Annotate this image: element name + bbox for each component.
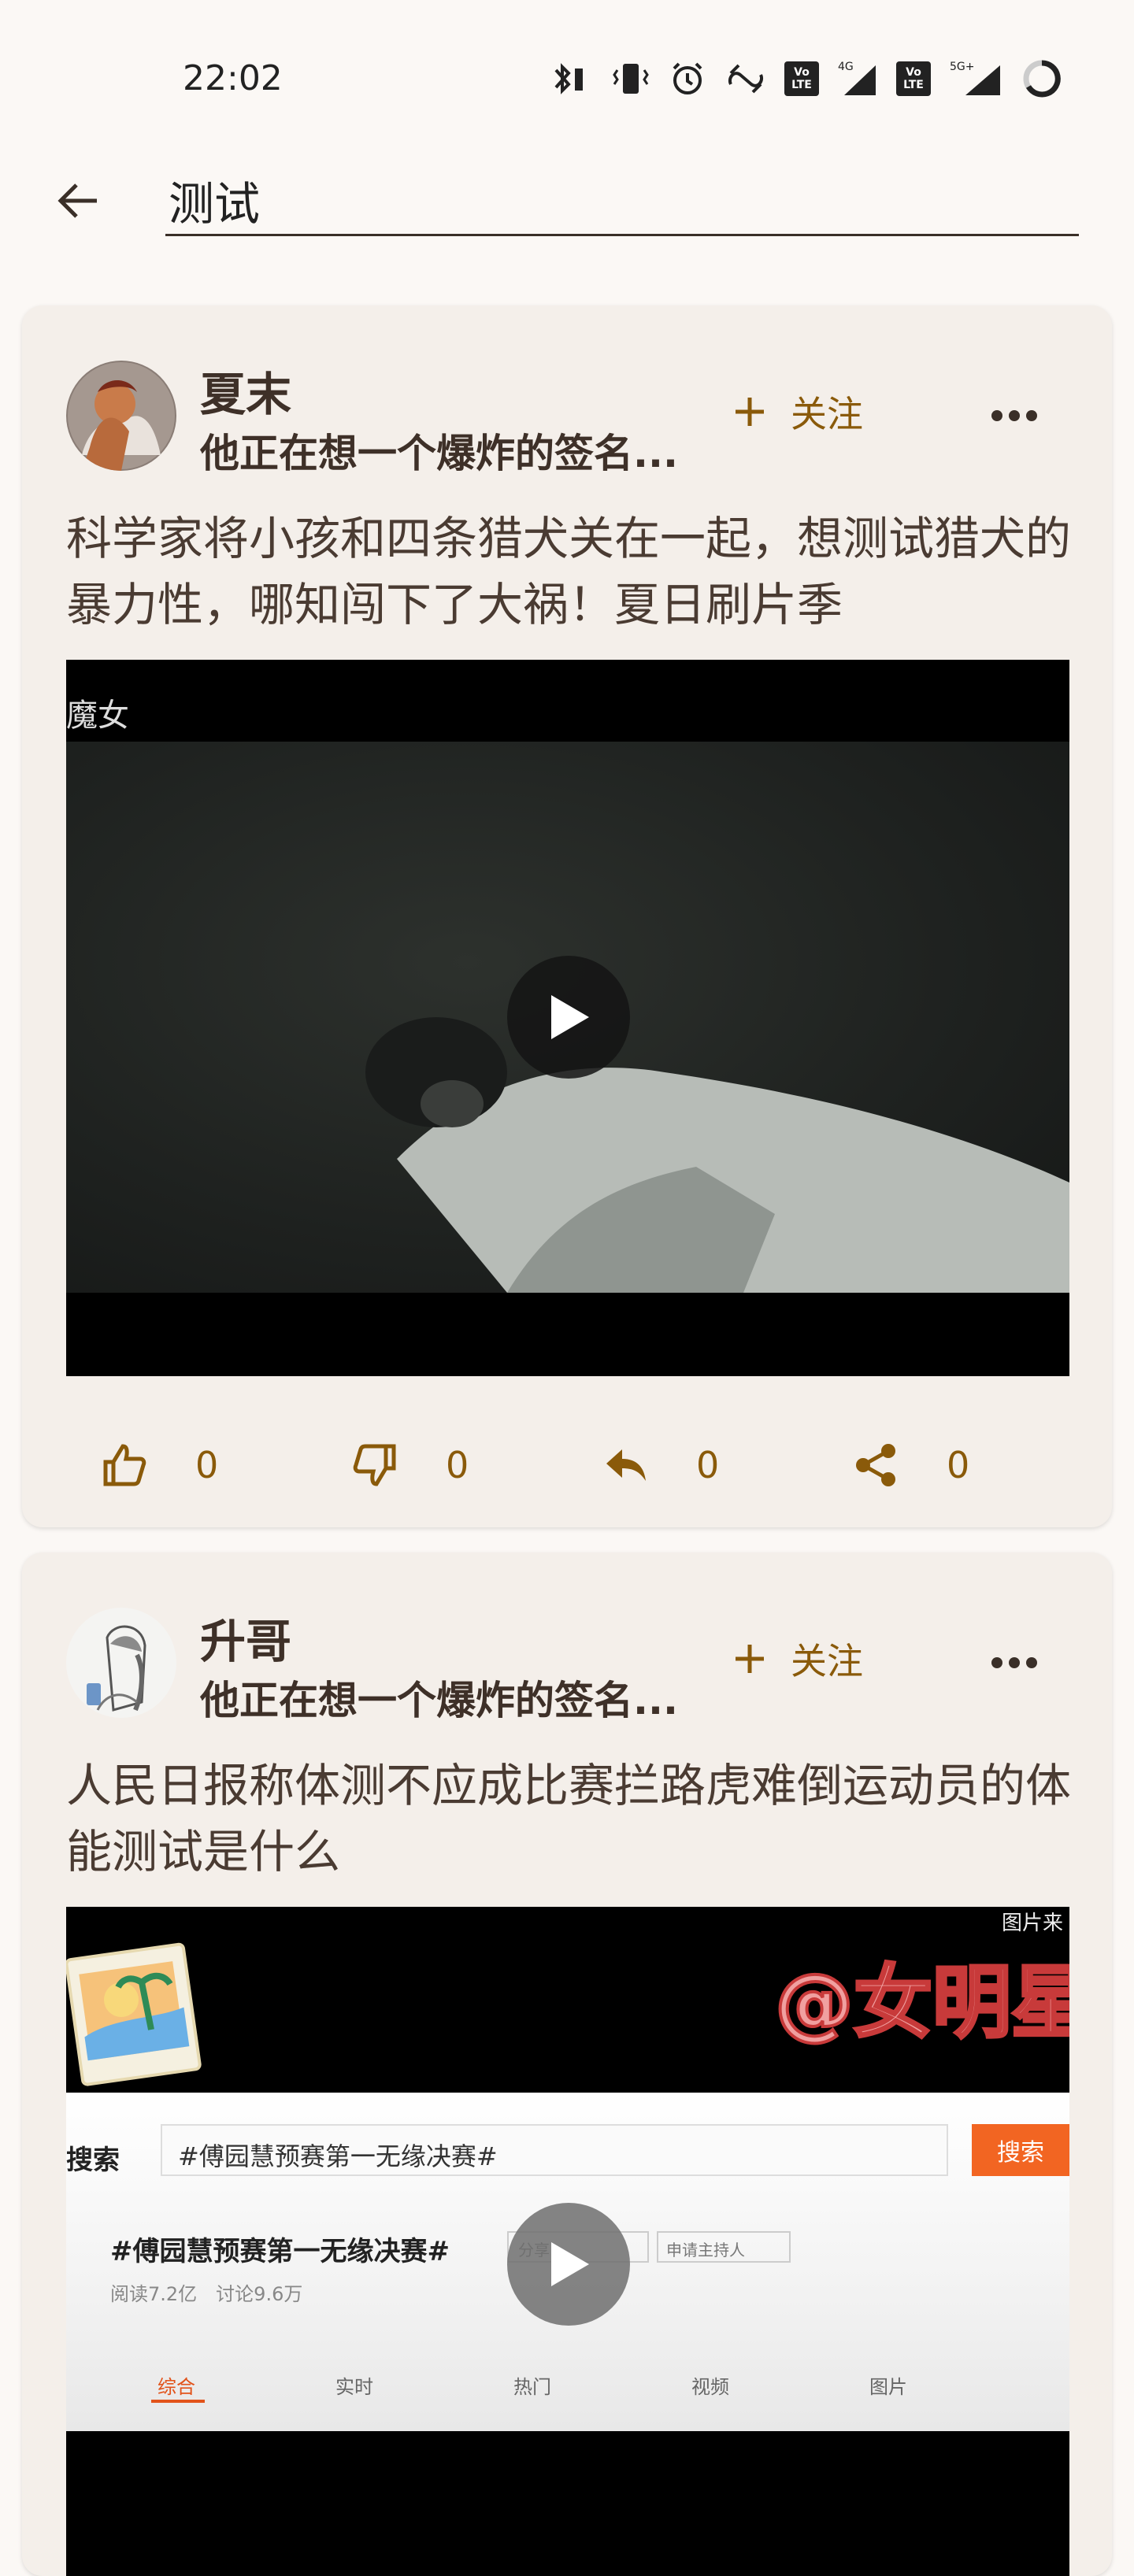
follow-label: 关注	[791, 393, 863, 435]
like-action[interactable]: 0	[101, 1422, 218, 1508]
post-title[interactable]: 人民日报称体测不应成比赛拦路虎难倒运动员的体能测试是什么	[66, 1752, 1074, 1885]
share-count: 0	[947, 1444, 970, 1486]
avatar-image	[66, 1608, 176, 1718]
play-icon	[551, 2242, 589, 2286]
post-card[interactable]: 夏末 他正在想一个爆炸的签名... 关注 科学家将小孩和四条猎犬关在一起，想测试…	[22, 305, 1112, 1527]
embedded-tab-underline	[151, 2400, 205, 2403]
link-icon	[728, 64, 763, 94]
embedded-topic: #傅园慧预赛第一无缘决赛#	[110, 2236, 450, 2267]
follow-button[interactable]: 关注	[731, 376, 863, 447]
embedded-discussions: 讨论9.6万	[216, 2283, 303, 2305]
embedded-stats: 阅读7.2亿 讨论9.6万	[110, 2278, 302, 2306]
follow-button[interactable]: 关注	[731, 1623, 863, 1694]
embedded-tab: 视频	[691, 2376, 729, 2398]
video-player[interactable]: 魔女	[66, 660, 1069, 1376]
beach-sticker-image	[66, 1942, 202, 2086]
video-overlay-text: @女明星	[773, 1955, 1069, 2050]
more-button[interactable]	[967, 1631, 1062, 1694]
like-count: 0	[195, 1444, 219, 1486]
play-button[interactable]	[507, 956, 630, 1079]
share-icon	[856, 1444, 895, 1486]
reply-action[interactable]: 0	[602, 1422, 719, 1508]
avatar[interactable]	[66, 1608, 176, 1718]
svg-text:5G+: 5G+	[950, 61, 975, 73]
signal-5g-icon: 5G+	[950, 61, 1000, 95]
reply-icon	[606, 1449, 646, 1481]
status-icons: Vo LTE 4G Vo LTE 5G+	[547, 55, 1063, 102]
vibrate-icon	[613, 64, 649, 94]
embedded-search-label: 搜索	[66, 2145, 120, 2176]
status-bar: 22:02 Vo LTE 4G Vo LTE 5G+	[0, 0, 1134, 157]
embedded-search-button: 搜索	[972, 2124, 1069, 2176]
thumbs-up-icon	[103, 1444, 146, 1486]
back-button[interactable]	[43, 165, 113, 236]
embedded-host-chip: 申请主持人	[657, 2231, 791, 2263]
alarm-icon	[673, 62, 702, 94]
more-dots-icon	[991, 410, 1037, 421]
dislike-count: 0	[446, 1444, 469, 1486]
more-dots-icon	[991, 1657, 1037, 1668]
video-badge: 图片来	[1001, 1912, 1063, 1935]
author-name[interactable]: 夏末	[200, 357, 291, 424]
embedded-tabs: 综合 实时 热门 视频 图片	[66, 2356, 1069, 2411]
author-signature: 他正在想一个爆炸的签名...	[200, 1678, 678, 1723]
embedded-tab: 实时	[335, 2376, 373, 2398]
status-time: 22:02	[183, 58, 283, 98]
play-button[interactable]	[507, 2203, 630, 2326]
share-action[interactable]: 0	[852, 1422, 969, 1508]
video-caption: 魔女	[66, 698, 129, 734]
video-player[interactable]: 图片来 @女明星 搜索 #傅园慧预赛第一无缘决赛# 搜索 #傅园慧预赛第一无缘决…	[66, 1907, 1069, 2576]
plus-icon	[736, 398, 764, 426]
search-field	[165, 165, 1079, 236]
thumbs-down-icon	[353, 1444, 396, 1486]
more-button[interactable]	[967, 384, 1062, 447]
embedded-tab: 热门	[513, 2376, 551, 2398]
post-title[interactable]: 科学家将小孩和四条猎犬关在一起，想测试猎犬的暴力性，哪知闯下了大祸！夏日刷片季	[66, 505, 1074, 638]
embedded-tab: 图片	[869, 2376, 907, 2398]
embedded-reads: 阅读7.2亿	[110, 2283, 198, 2305]
search-input[interactable]	[165, 165, 1079, 234]
play-icon	[551, 995, 589, 1039]
avatar-image	[66, 361, 176, 471]
post-card[interactable]: 升哥 他正在想一个爆炸的签名... 关注 人民日报称体测不应成比赛拦路虎难倒运动…	[22, 1553, 1112, 2576]
follow-label: 关注	[791, 1640, 863, 1682]
search-bar	[0, 150, 1134, 252]
reply-count: 0	[696, 1444, 720, 1486]
embedded-search-box: #傅园慧预赛第一无缘决赛#	[161, 2124, 948, 2176]
video-bottom-band	[66, 2431, 1069, 2576]
signal-4g-icon: 4G	[838, 61, 876, 95]
bluetooth-icon	[554, 63, 583, 94]
action-bar: 0 0 0 0	[22, 1422, 1112, 1508]
author-signature: 他正在想一个爆炸的签名...	[200, 431, 678, 476]
author-name[interactable]: 升哥	[200, 1604, 291, 1671]
volte-lte-icon: Vo LTE	[784, 61, 819, 96]
avatar[interactable]	[66, 361, 176, 471]
plus-icon	[736, 1645, 764, 1673]
svg-text:4G: 4G	[838, 61, 854, 73]
embedded-tab: 综合	[158, 2376, 195, 2398]
arrow-left-icon	[57, 183, 97, 218]
battery-ring-icon	[1023, 60, 1061, 98]
dislike-action[interactable]: 0	[351, 1422, 469, 1508]
volte-lte-icon: Vo LTE	[896, 61, 931, 96]
